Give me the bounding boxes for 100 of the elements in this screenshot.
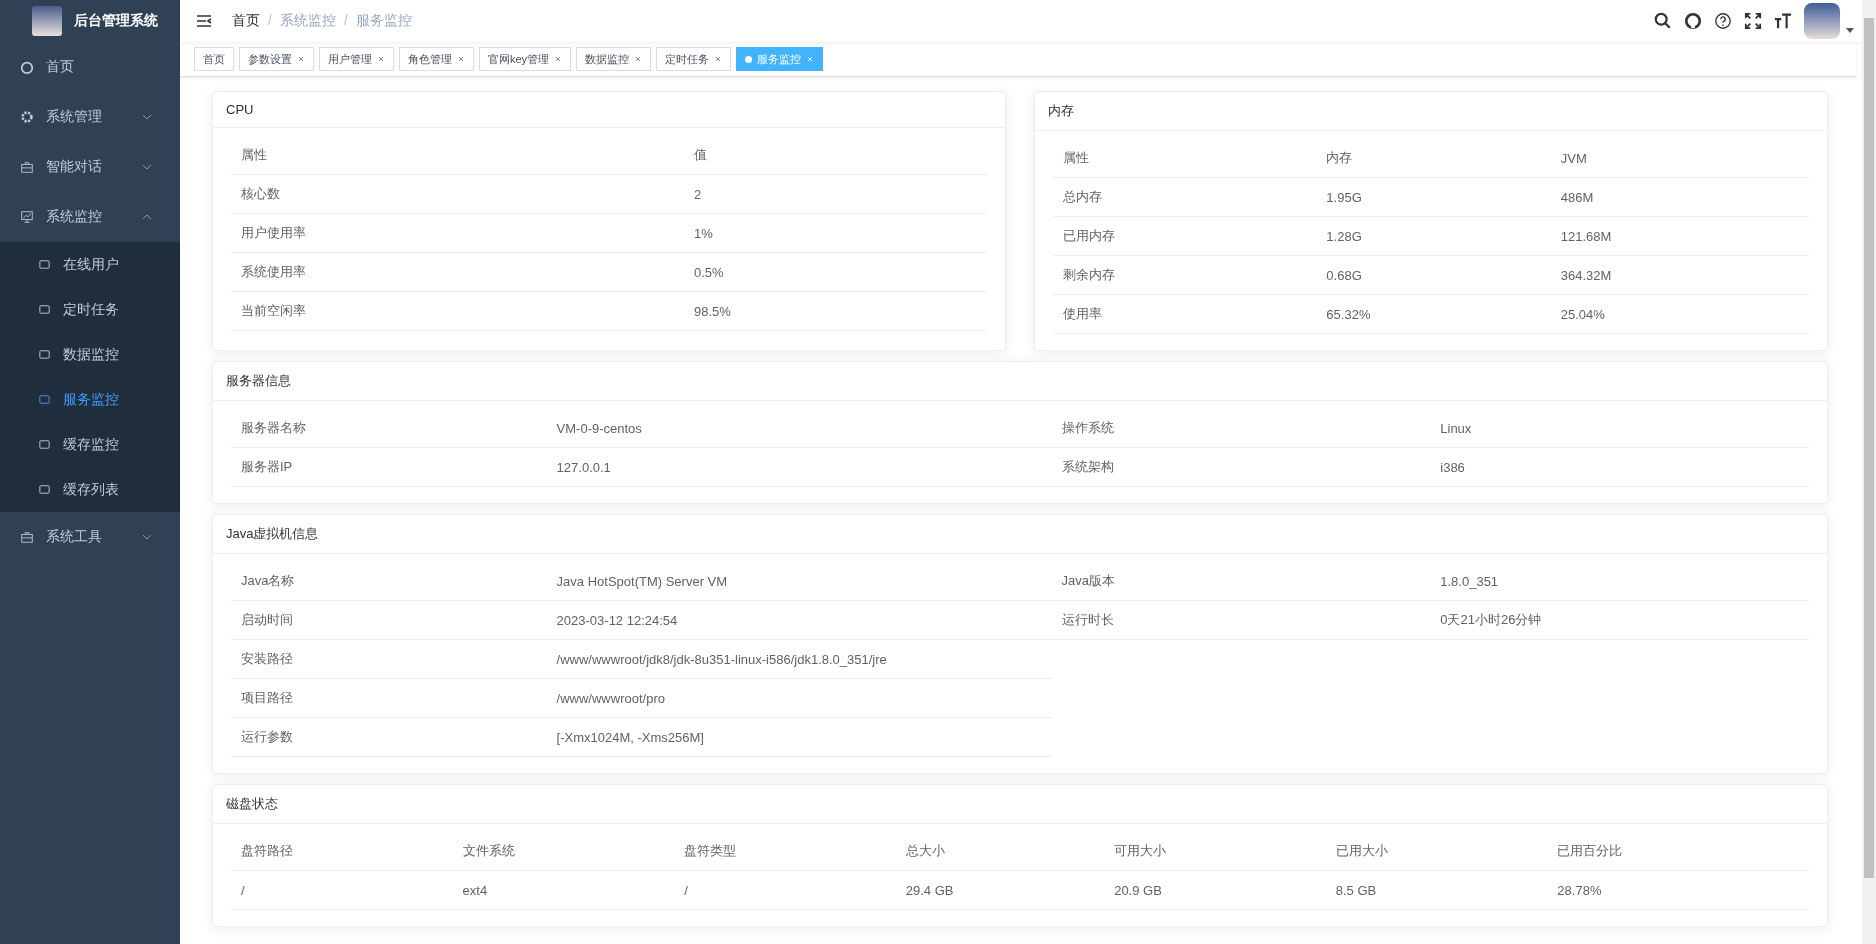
table-cell: [-Xmx1024M, -Xms256M] [546,717,1052,757]
table-cell: 运行参数 [231,717,547,757]
card-title: 服务器信息 [213,362,1827,401]
table-cell: 系统架构 [1051,447,1431,487]
close-icon[interactable] [297,55,305,63]
table-cell: Java HotSpot(TM) Server VM [546,562,1052,601]
tab[interactable]: 用户管理 [319,47,394,71]
dot-icon [745,55,753,63]
menu-item[interactable]: 智能对话 [0,142,180,192]
card-title: CPU [213,92,1005,128]
menu-icon [20,110,34,124]
column-header: 值 [683,136,987,175]
table-cell: 启动时间 [231,600,547,640]
column-header: 属性 [1053,139,1317,178]
menu-item[interactable]: 系统管理 [0,92,180,142]
breadcrumb-separator: / [343,12,348,30]
tab[interactable]: 数据监控 [576,47,652,71]
column-header: 可用大小 [1104,832,1326,871]
menu-icon [20,60,34,74]
close-icon[interactable] [457,55,465,63]
breadcrumb-item[interactable]: 首页 [232,12,260,30]
submenu-item[interactable]: 服务监控 [0,377,180,422]
table-cell: 1.95G [1316,177,1551,217]
table-cell: 1.28G [1316,216,1551,256]
submenu-icon [38,303,51,316]
table-cell: 8.5 GB [1325,870,1548,910]
submenu-icon [38,258,51,271]
menu-icon [20,160,34,174]
caret-icon[interactable] [1846,27,1854,33]
table-cell: 25.04% [1550,294,1809,334]
column-header: 盘符路径 [231,832,453,871]
column-header: 总大小 [895,832,1105,871]
table-cell: 2 [683,174,987,214]
submenu-icon [38,348,51,361]
table-cell: 剩余内存 [1053,255,1317,295]
menu-toggle-icon[interactable] [196,14,212,28]
table-cell: ext4 [452,870,675,910]
table-cell: 98.5% [683,291,987,331]
chevron-icon [142,534,152,540]
tab[interactable]: 参数设置 [239,47,314,71]
table-cell: 服务器IP [231,447,547,487]
table-cell: / [674,870,896,910]
avatar[interactable] [1804,3,1840,39]
table-cell: 0.5% [683,252,987,292]
tab[interactable]: 定时任务 [656,47,732,71]
search-icon[interactable] [1654,12,1672,30]
table-cell: 28.78% [1547,870,1809,910]
table-cell: /www/wwwroot/jdk8/jdk-8u351-linux-i586/jdk1.8.0_351/jre [546,639,1052,679]
breadcrumb-item: 系统监控 [279,12,336,30]
submenu-item[interactable]: 缓存监控 [0,422,180,467]
submenu-icon [38,483,51,496]
submenu-item[interactable]: 缓存列表 [0,467,180,512]
table-cell: 121.68M [1550,216,1809,256]
table-cell: 当前空闲率 [231,291,684,331]
table-cell: Java名称 [231,562,547,601]
table-cell: 29.4 GB [895,870,1105,910]
column-header: JVM [1550,139,1809,178]
submenu-item[interactable]: 在线用户 [0,242,180,287]
menu-item[interactable]: 系统监控 [0,192,180,242]
table-cell: 已用内存 [1053,216,1317,256]
column-header: 内存 [1316,139,1551,178]
tab[interactable]: 角色管理 [399,47,474,71]
column-header: 已用百分比 [1547,832,1809,871]
help-icon[interactable] [1714,12,1732,30]
menu-icon [20,210,34,224]
table-cell: 总内存 [1053,177,1317,217]
tab[interactable]: 官网key管理 [479,47,572,71]
logo-picture [32,6,62,36]
font-size-icon[interactable] [1774,12,1792,30]
submenu-item[interactable]: 定时任务 [0,287,180,332]
table-cell: 65.32% [1316,294,1551,334]
card-title: 内存 [1035,92,1827,131]
table-cell: VM-0-9-centos [546,409,1052,448]
column-header: 盘符类型 [674,832,896,871]
table-cell: 127.0.0.1 [546,447,1052,487]
submenu-icon [38,393,51,406]
column-header: 文件系统 [452,832,675,871]
table-cell: 项目路径 [231,678,547,718]
app-title: 后台管理系统 [74,12,158,30]
close-icon[interactable] [714,55,723,63]
table-cell: 安装路径 [231,639,547,679]
menu-item[interactable]: 首页 [0,42,180,92]
scrollbar[interactable] [1862,0,1876,944]
submenu-icon [38,438,51,451]
menu-item[interactable]: 系统工具 [0,512,180,562]
table-cell: 486M [1550,177,1809,217]
breadcrumb-separator: / [268,12,272,30]
submenu-item[interactable]: 数据监控 [0,332,180,377]
menu-icon [20,530,34,544]
table-cell: Java版本 [1051,562,1431,601]
close-icon[interactable] [377,55,385,63]
column-header: 属性 [231,136,684,175]
table-cell: 0天21小时26分钟 [1430,600,1809,640]
close-icon[interactable] [634,55,643,63]
breadcrumb-item: 服务监控 [355,12,412,30]
close-icon[interactable] [554,55,563,63]
fullscreen-icon[interactable] [1744,12,1762,30]
table-cell: i386 [1430,447,1809,487]
column-header: 已用大小 [1325,832,1548,871]
tab[interactable]: 首页 [194,47,234,71]
